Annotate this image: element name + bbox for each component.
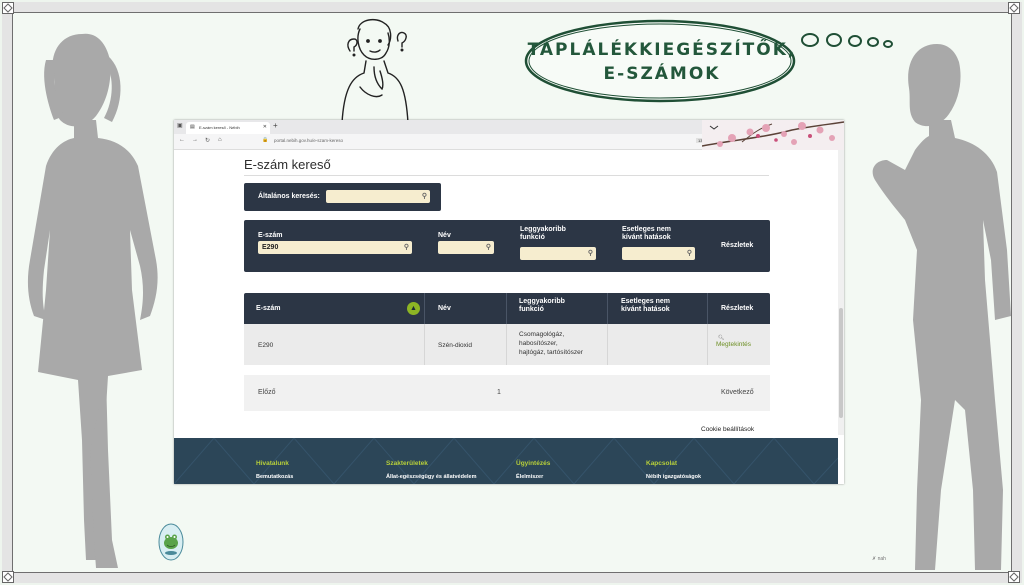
footer-link[interactable]: Bemutatkozás xyxy=(256,474,293,480)
scrollbar-thumb[interactable] xyxy=(839,308,843,418)
reload-icon[interactable]: ↻ xyxy=(205,137,210,144)
filter-label-hatas: Esetleges nem kívánt hatások xyxy=(622,226,671,242)
cell-nev: Szén-dioxid xyxy=(425,324,507,365)
previous-page-link[interactable]: Előző xyxy=(258,389,276,396)
column-header-nev-label: Név xyxy=(438,305,451,312)
column-header-funkcio-label-1: Leggyakoribb xyxy=(519,298,565,305)
footer-column-szakteruletek: Szakterületek Állat-egészségügy és állat… xyxy=(386,460,476,480)
forward-icon[interactable]: → xyxy=(192,137,198,143)
column-header-reszletek-label: Részletek xyxy=(721,305,754,312)
sort-ascending-icon[interactable]: ▲ xyxy=(407,302,420,315)
general-search-input[interactable]: ⚲ xyxy=(326,190,430,203)
footer-heading: Kapcsolat xyxy=(646,460,678,467)
browser-window: ▣ ▤ E-szám kereső - Nébih ✕ + ← → ↻ ⌂ 🔒 … xyxy=(174,120,844,484)
column-header-funkcio[interactable]: Leggyakoribb funkció xyxy=(507,293,608,324)
search-icon[interactable]: ⚲ xyxy=(422,192,427,200)
bubble-title-line-2: E-SZÁMOK xyxy=(603,64,721,84)
filter-label-funkcio-1: Leggyakoribb xyxy=(520,226,566,233)
search-icon[interactable]: ⚲ xyxy=(486,243,491,251)
column-header-reszletek: Részletek xyxy=(708,293,770,324)
footer-link[interactable]: Élelmiszer xyxy=(516,474,550,480)
eszam-filter-input[interactable]: E290 ⚲ xyxy=(258,241,412,254)
search-icon[interactable]: ⚲ xyxy=(404,243,409,251)
scrollbar-track[interactable] xyxy=(838,150,844,435)
general-search-panel: Általános keresés: ⚲ xyxy=(244,183,441,211)
search-icon[interactable]: ⚲ xyxy=(588,249,593,257)
filter-label-reszletek: Részletek xyxy=(721,242,754,249)
credit-mark: ✗ nah xyxy=(872,556,886,562)
filter-label-funkcio: Leggyakoribb funkció xyxy=(520,226,566,242)
filter-panel: E-szám E290 ⚲ Név ⚲ Leggyakoribb funkció … xyxy=(244,220,770,272)
bubble-title: TÁPLÁLÉKKIEGÉSZÍTŐK, E-SZÁMOK xyxy=(522,38,802,86)
footer-link[interactable]: Állat-egészségügy és állatvédelem xyxy=(386,474,476,480)
filter-label-funkcio-2: funkció xyxy=(520,234,545,241)
pagination: Előző 1 Következő xyxy=(244,375,770,411)
cookie-settings-link[interactable]: Cookie beállítások xyxy=(701,426,754,433)
footer-column-kapcsolat: Kapcsolat Nébih igazgatóságok xyxy=(646,460,701,480)
column-header-funkcio-label-2: funkció xyxy=(519,306,544,313)
page-icon: ▤ xyxy=(190,124,195,130)
current-page-number[interactable]: 1 xyxy=(497,389,501,396)
footer-heading: Szakterületek xyxy=(386,460,428,467)
cell-funkcio-line-2: habosítószer, xyxy=(519,340,558,347)
woman-silhouette-left xyxy=(27,33,158,568)
general-search-label: Általános keresés: xyxy=(258,193,320,200)
cell-hatas xyxy=(608,324,708,365)
cell-reszletek: 🔍︎ Megtekintés xyxy=(708,324,770,365)
page-title: E-szám kereső xyxy=(244,157,331,172)
column-header-eszam-label: E-szám xyxy=(256,305,281,312)
filter-label-nev: Név xyxy=(438,232,451,239)
corner-ornament-top-right xyxy=(1008,2,1020,14)
corner-ornament-top-left xyxy=(2,2,14,14)
filter-label-hatas-2: kívánt hatások xyxy=(622,234,671,241)
bubble-title-line-1: TÁPLÁLÉKKIEGÉSZÍTŐK, xyxy=(527,40,797,60)
column-header-nev[interactable]: Név xyxy=(425,293,507,324)
new-tab-icon[interactable]: + xyxy=(273,121,278,130)
thought-bubble-trail xyxy=(801,33,893,48)
lock-icon: 🔒 xyxy=(262,137,269,143)
column-header-hatas-label-1: Esetleges nem xyxy=(621,298,671,305)
filter-label-eszam: E-szám xyxy=(258,232,283,239)
column-header-hatas[interactable]: Esetleges nem kívánt hatások xyxy=(608,293,708,324)
frog-logo xyxy=(158,523,184,561)
cherry-blossom-theme-image xyxy=(702,120,844,150)
next-page-link[interactable]: Következő xyxy=(721,389,754,396)
table-row: E290 Szén-dioxid Csomagológáz, habosítós… xyxy=(244,324,770,365)
back-icon[interactable]: ← xyxy=(179,137,185,143)
nev-filter-input[interactable]: ⚲ xyxy=(438,241,494,254)
filter-label-hatas-1: Esetleges nem xyxy=(622,226,672,233)
eszam-filter-value: E290 xyxy=(262,244,279,251)
cell-funkcio: Csomagológáz, habosítószer, hajtógáz, ta… xyxy=(507,324,608,365)
column-header-eszam[interactable]: E-szám ▲ xyxy=(244,293,425,324)
woman-silhouette-right xyxy=(872,44,1011,570)
title-divider xyxy=(244,175,769,176)
footer-heading: Hivatalunk xyxy=(256,460,289,467)
column-header-hatas-label-2: kívánt hatások xyxy=(621,306,670,313)
browser-tab[interactable]: ▤ E-szám kereső - Nébih ✕ xyxy=(186,122,270,134)
close-tab-icon[interactable]: ✕ xyxy=(263,124,267,130)
corner-ornament-bottom-left xyxy=(2,571,14,583)
funkcio-filter-input[interactable]: ⚲ xyxy=(520,247,596,260)
thinking-man-illustration xyxy=(341,18,409,123)
home-icon[interactable]: ⌂ xyxy=(218,137,222,143)
search-icon[interactable]: ⚲ xyxy=(687,249,692,257)
tab-overview-icon[interactable]: ▣ xyxy=(177,122,183,129)
cell-funkcio-line-3: hajtógáz, tartósítószer xyxy=(519,349,583,356)
cell-eszam: E290 xyxy=(244,324,425,365)
tab-title: E-szám kereső - Nébih xyxy=(199,125,240,130)
view-details-link[interactable]: Megtekintés xyxy=(716,341,751,348)
cell-funkcio-line-1: Csomagológáz, xyxy=(519,331,565,338)
footer-heading: Ügyintézés xyxy=(516,460,551,467)
table-header-row: E-szám ▲ Név Leggyakoribb funkció Esetle… xyxy=(244,293,770,324)
footer-column-ugyintezes: Ügyintézés Élelmiszer xyxy=(516,460,550,480)
url-text[interactable]: portal.nebih.gov.hu/e-szam-kereso xyxy=(274,138,343,143)
hatas-filter-input[interactable]: ⚲ xyxy=(622,247,695,260)
footer-column-hivatalunk: Hivatalunk Bemutatkozás xyxy=(256,460,293,480)
site-footer: Hivatalunk Bemutatkozás Szakterületek Ál… xyxy=(174,438,838,484)
page-content: E-szám kereső Általános keresés: ⚲ E-szá… xyxy=(174,150,844,484)
footer-link[interactable]: Nébih igazgatóságok xyxy=(646,474,701,480)
